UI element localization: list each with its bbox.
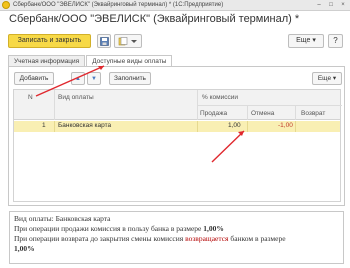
form-title: Сбербанк/ООО "ЭВЕЛИСК" (Эквайринговый те… [9, 13, 300, 25]
app-logo-icon [2, 1, 10, 9]
window-title: Сбербанк/ООО "ЭВЕЛИСК" (Эквайринговый те… [13, 2, 224, 8]
window-controls: – □ × [314, 1, 348, 9]
payment-types-table: N Вид оплаты % комиссии Продажа Отмена В… [13, 89, 342, 202]
cell-n: 1 [42, 122, 46, 129]
arrow-down-icon: ▼ [91, 76, 97, 82]
column-header-sale[interactable]: Продажа [200, 110, 227, 117]
more-actions-button[interactable]: Еще ▾ [288, 34, 324, 48]
move-down-button[interactable]: ▼ [87, 72, 101, 85]
info-line-sale: При операции продажи комиссия в пользу б… [14, 224, 339, 234]
add-row-button[interactable]: Добавить [14, 72, 54, 85]
form-toolbar: Записать и закрыть Еще ▾ ? [8, 34, 344, 49]
info-return-suffix: банком в размере [228, 234, 286, 243]
column-header-commission: % комиссии [202, 94, 238, 101]
floppy-disk-icon [99, 36, 109, 46]
cell-cancel: -1,00 [278, 122, 293, 129]
column-divider [247, 106, 248, 120]
info-sale-value: 1,00% [203, 224, 224, 233]
save-and-close-button[interactable]: Записать и закрыть [8, 34, 91, 48]
column-header-return[interactable]: Возврат [301, 110, 325, 117]
info-sale-text: При операции продажи комиссия в пользу б… [14, 224, 204, 233]
close-button[interactable]: × [338, 1, 348, 9]
info-return-highlight: возвращается [185, 234, 229, 243]
save-button[interactable] [97, 34, 111, 48]
tab-panel-payment-types: Добавить ▲ ▼ Заполнить Еще ▾ N Вид оплат… [8, 66, 345, 206]
window-titlebar: Сбербанк/ООО "ЭВЕЛИСК" (Эквайринговый те… [0, 0, 350, 11]
minimize-button[interactable]: – [314, 1, 324, 9]
column-divider [295, 106, 296, 120]
arrow-up-icon: ▲ [75, 76, 81, 82]
table-header: N Вид оплаты % комиссии Продажа Отмена В… [14, 90, 342, 120]
table-more-button[interactable]: Еще ▾ [312, 72, 342, 85]
info-line-payment-type: Вид оплаты: Банковская карта [14, 214, 111, 223]
row-divider [295, 121, 296, 132]
payment-type-info: Вид оплаты: Банковская карта При операци… [9, 211, 344, 264]
info-return-text: При операции возврата до закрытия смены … [14, 234, 186, 243]
column-header-cancel[interactable]: Отмена [251, 110, 274, 117]
cell-payment-type: Банковская карта [58, 122, 112, 129]
info-return-value: 1,00% [14, 244, 35, 253]
info-line-return-value: 1,00% [14, 244, 339, 254]
row-divider [197, 121, 198, 132]
table-row[interactable]: 1 Банковская карта 1,00 -1,00 [14, 121, 340, 132]
related-documents-button[interactable] [114, 34, 142, 48]
column-divider [54, 90, 55, 120]
documents-icon [118, 36, 137, 45]
cell-sale: 1,00 [228, 122, 241, 129]
header-divider [197, 105, 342, 106]
column-header-payment-type[interactable]: Вид оплаты [58, 94, 94, 101]
move-up-button[interactable]: ▲ [71, 72, 85, 85]
help-button[interactable]: ? [328, 34, 343, 48]
table-toolbar: Добавить ▲ ▼ Заполнить Еще ▾ [14, 72, 342, 86]
maximize-button[interactable]: □ [326, 1, 336, 9]
column-header-n[interactable]: N [28, 94, 33, 101]
row-divider [54, 121, 55, 132]
info-line-return: При операции возврата до закрытия смены … [14, 234, 339, 244]
row-divider [247, 121, 248, 132]
fill-button[interactable]: Заполнить [109, 72, 151, 85]
